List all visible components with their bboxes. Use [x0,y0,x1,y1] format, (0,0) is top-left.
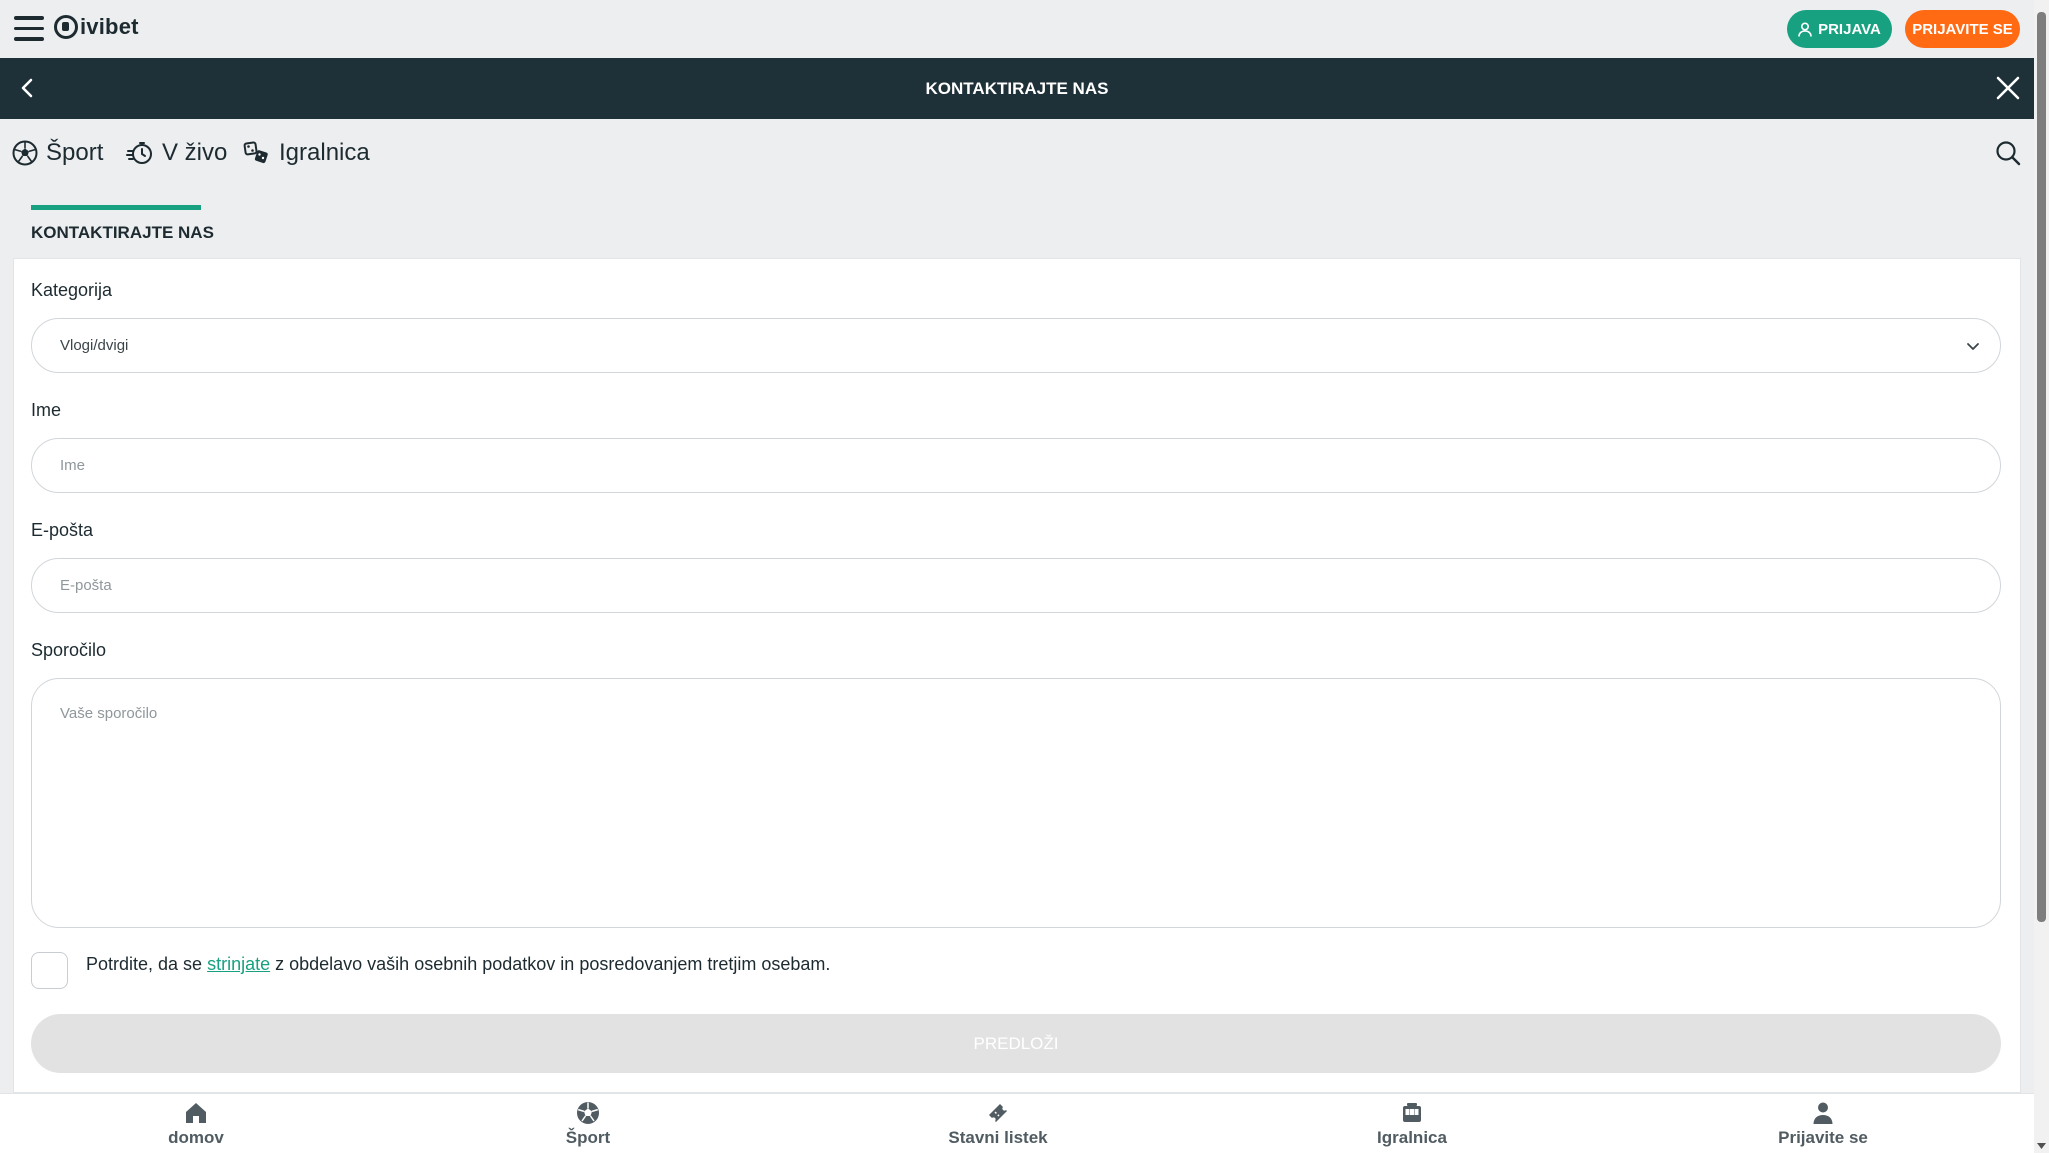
scrollbar-thumb[interactable] [2037,12,2046,922]
bottom-nav-betslip-label: Stavni listek [948,1128,1048,1147]
search-icon[interactable] [1994,139,2022,167]
login-button-label: PRIJAVA [1818,20,1881,38]
bottom-navigation: domov Šport Stavni listek Igralnica Prij… [0,1093,2034,1153]
bottom-nav-betslip[interactable]: Stavni listek [928,1094,1068,1153]
bottom-nav-sport-label: Šport [565,1128,611,1147]
home-icon [186,1103,206,1123]
soccer-ball-icon [12,140,38,166]
consent-checkbox[interactable] [31,952,68,989]
user-outline-icon [1798,21,1812,37]
logo-mark-icon [54,15,78,39]
consent-text-before: Potrdite, da se [86,954,208,974]
nav-item-casino[interactable]: Igralnica [243,139,370,167]
live-stopwatch-icon [126,142,152,164]
logo-text: ivibet [80,14,139,39]
category-label: Kategorija [31,280,113,300]
bottom-nav-home-label: domov [168,1128,224,1147]
category-select[interactable]: Vlogi/dvigi [31,318,2001,373]
ticket-icon [989,1104,1007,1122]
active-tab-indicator [31,205,201,210]
consent-text: Potrdite, da se strinjate z obdelavo vaš… [86,954,830,975]
sport-navigation: Šport V živo Igralnica [0,119,2034,189]
close-icon[interactable] [1994,74,2022,102]
nav-item-sport[interactable]: Šport [12,139,103,167]
name-label: Ime [31,400,62,420]
soccer-ball-icon [577,1102,599,1124]
consent-text-after: z obdelavo vaših osebnih podatkov in pos… [270,954,831,974]
bottom-nav-signin-label: Prijavite se [1778,1128,1868,1147]
bottom-nav-casino[interactable]: Igralnica [1362,1094,1462,1153]
bottom-nav-home[interactable]: domov [146,1094,246,1153]
email-field[interactable] [31,558,2001,613]
bottom-nav-casino-label: Igralnica [1377,1128,1447,1147]
email-label: E-pošta [31,520,94,540]
register-button-label: PRIJAVITE SE [1912,20,2013,38]
bottom-nav-sport[interactable]: Šport [538,1094,638,1153]
login-button[interactable]: PRIJAVA [1787,10,1892,48]
page-title: KONTAKTIRAJTE NAS [925,79,1109,98]
nav-item-live[interactable]: V živo [126,139,227,167]
chevron-down-icon [1967,343,1979,350]
message-label: Sporočilo [31,640,107,660]
top-header: ivibet PRIJAVA PRIJAVITE SE [0,0,2034,58]
consent-link[interactable]: strinjate [207,954,270,974]
message-field[interactable] [31,678,2001,928]
logo[interactable]: ivibet [54,14,139,40]
submit-button[interactable]: PREDLOŽI [31,1014,2001,1073]
user-icon [1813,1102,1833,1124]
dice-icon [243,141,268,164]
nav-item-casino-label: Igralnica [279,139,370,166]
back-chevron-icon[interactable] [16,76,40,100]
bottom-nav-signin[interactable]: Prijavite se [1763,1094,1883,1153]
slot-machine-icon [1403,1103,1421,1122]
category-select-value: Vlogi/dvigi [60,337,129,354]
page: ivibet PRIJAVA PRIJAVITE SE KONTAKTIRAJT… [0,0,2049,1153]
scroll-down-arrow-icon[interactable] [2036,1141,2047,1151]
nav-item-live-label: V živo [162,139,228,166]
tab-contact-us[interactable]: KONTAKTIRAJTE NAS [31,223,214,243]
menu-icon[interactable] [14,16,44,42]
title-bar: KONTAKTIRAJTE NAS [0,58,2034,119]
nav-item-sport-label: Šport [46,139,104,166]
submit-button-label: PREDLOŽI [973,1033,1059,1053]
register-button[interactable]: PRIJAVITE SE [1905,10,2020,48]
name-field[interactable] [31,438,2001,493]
